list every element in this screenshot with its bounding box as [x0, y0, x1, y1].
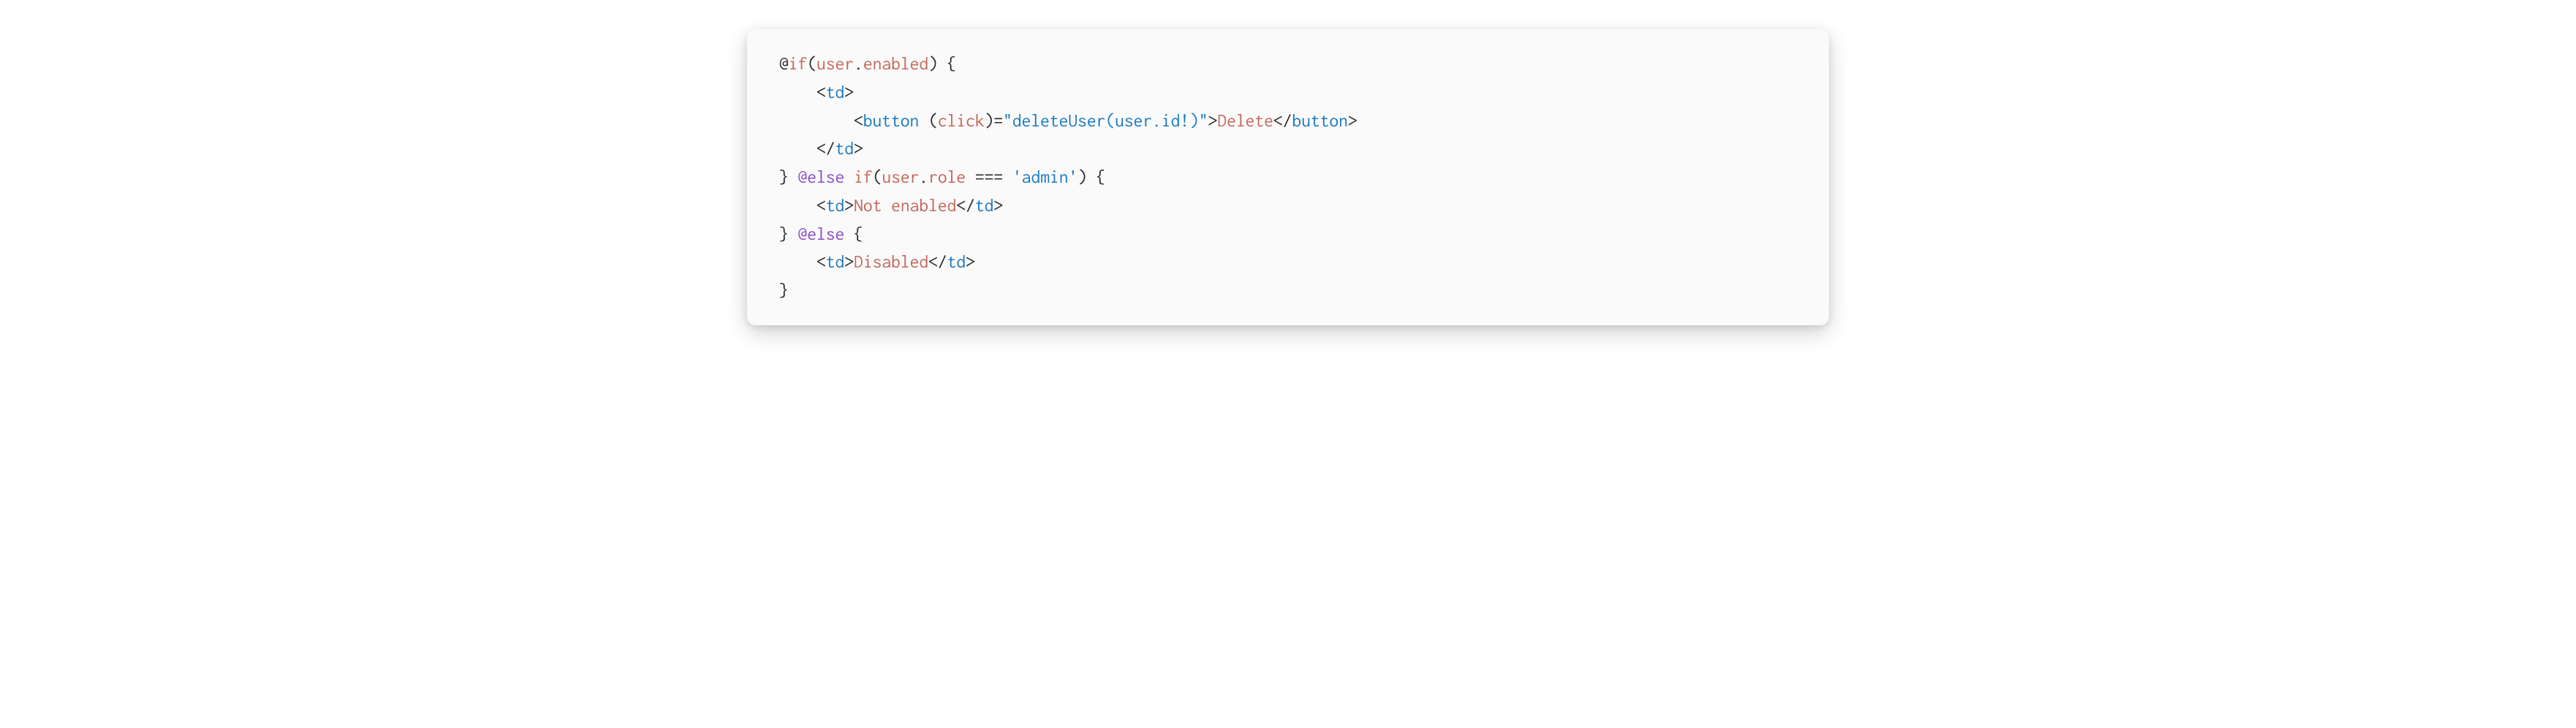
string-deleteuser: deleteUser(user.id!) — [1012, 110, 1199, 130]
gt: > — [844, 251, 854, 271]
if-keyword: if — [854, 167, 873, 186]
code-line-7: } @else { — [779, 224, 863, 243]
attr-click: click — [938, 110, 985, 130]
dot: . — [919, 167, 928, 186]
tag-button-close: button — [1292, 110, 1348, 130]
code-line-1: @if(user.enabled) { — [779, 53, 956, 73]
space — [789, 167, 798, 186]
else-keyword: @else — [798, 224, 845, 243]
space — [1087, 167, 1096, 186]
code-snippet-card: @if(user.enabled) { <td> <button (click)… — [747, 29, 1829, 325]
text-disabled: Disabled — [854, 251, 928, 271]
code-line-5: } @else if(user.role === 'admin') { — [779, 167, 1106, 186]
code-line-4: </td> — [779, 138, 863, 158]
space — [1003, 167, 1012, 186]
rbrace: } — [779, 224, 789, 243]
lparen: ( — [807, 53, 817, 73]
identifier-user: user — [817, 53, 854, 73]
identifier-role: role — [928, 167, 966, 186]
space — [789, 224, 798, 243]
lt: < — [817, 195, 826, 215]
equals: = — [993, 110, 1003, 130]
code-block: @if(user.enabled) { <td> <button (click)… — [779, 50, 1797, 305]
clt: </ — [1273, 110, 1292, 130]
clt: </ — [817, 138, 836, 158]
lt: < — [854, 110, 863, 130]
clt: </ — [956, 195, 975, 215]
gt: > — [844, 82, 854, 102]
quote: " — [1199, 110, 1208, 130]
code-line-3: <button (click)="deleteUser(user.id!)">D… — [779, 110, 1357, 130]
strict-equals: === — [975, 167, 1003, 186]
lparen: ( — [928, 110, 938, 130]
at-symbol: @ — [779, 53, 789, 73]
lt: < — [817, 82, 826, 102]
rparen: ) — [985, 110, 994, 130]
identifier-enabled: enabled — [863, 53, 928, 73]
space — [938, 53, 947, 73]
cgt: > — [993, 195, 1003, 215]
cgt: > — [966, 251, 975, 271]
string-admin: admin — [1022, 167, 1069, 186]
rbrace: } — [779, 280, 789, 300]
text-delete: Delete — [1217, 110, 1273, 130]
dot: . — [854, 53, 863, 73]
tag-td: td — [826, 251, 845, 271]
quote: " — [1003, 110, 1012, 130]
tag-td: td — [826, 82, 845, 102]
tag-td-close: td — [836, 138, 855, 158]
squote: ' — [1068, 167, 1077, 186]
if-keyword: if — [789, 53, 808, 73]
space — [844, 224, 854, 243]
space — [966, 167, 975, 186]
tag-button: button — [863, 110, 920, 130]
gt: > — [844, 195, 854, 215]
code-line-8: <td>Disabled</td> — [779, 251, 975, 271]
code-line-6: <td>Not enabled</td> — [779, 195, 1003, 215]
code-line-9: } — [779, 280, 789, 300]
space — [919, 110, 928, 130]
gt: > — [1208, 110, 1218, 130]
rbrace: } — [779, 167, 789, 186]
lbrace: { — [947, 53, 957, 73]
identifier-user: user — [882, 167, 919, 186]
tag-td: td — [826, 195, 845, 215]
tag-td-close: td — [975, 195, 994, 215]
tag-td-close: td — [947, 251, 966, 271]
cgt: > — [854, 138, 863, 158]
lbrace: { — [1096, 167, 1106, 186]
text-not-enabled: Not enabled — [854, 195, 956, 215]
lt: < — [817, 251, 826, 271]
rparen: ) — [928, 53, 938, 73]
squote: ' — [1012, 167, 1022, 186]
cgt: > — [1348, 110, 1357, 130]
rparen: ) — [1077, 167, 1087, 186]
lparen: ( — [873, 167, 882, 186]
clt: </ — [928, 251, 947, 271]
lbrace: { — [854, 224, 863, 243]
code-line-2: <td> — [779, 82, 854, 102]
else-keyword: @else — [798, 167, 845, 186]
space — [844, 167, 854, 186]
